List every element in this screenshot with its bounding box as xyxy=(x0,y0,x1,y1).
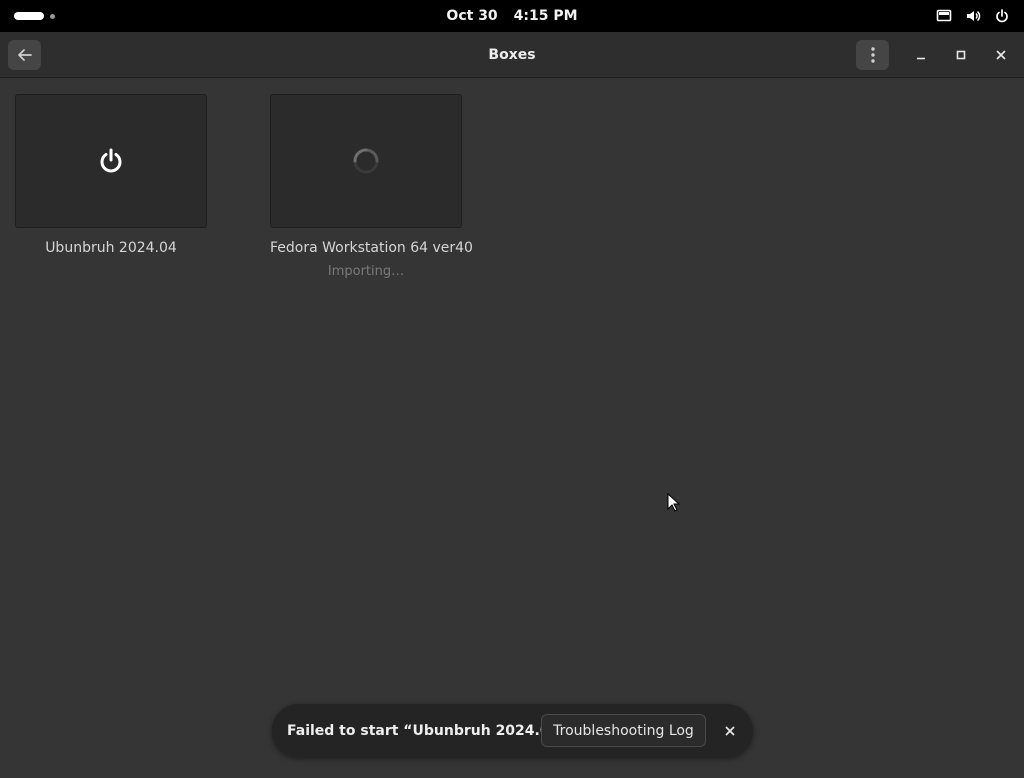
box-name: Ubunbruh 2024.04 xyxy=(45,240,177,256)
workspace-dot-icon xyxy=(50,13,55,19)
back-button[interactable] xyxy=(8,40,41,70)
box-name: Fedora Workstation 64 ver40 xyxy=(270,240,473,256)
back-icon xyxy=(17,49,32,61)
power-icon xyxy=(100,148,122,173)
display-icon[interactable] xyxy=(936,8,952,24)
toast-close-button[interactable] xyxy=(718,719,742,743)
box-thumbnail[interactable] xyxy=(270,94,462,228)
close-icon xyxy=(725,726,735,736)
error-toast: Failed to start “Ubunbruh 2024.04” Troub… xyxy=(272,704,753,757)
toast-message: Failed to start “Ubunbruh 2024.04” xyxy=(287,722,569,739)
minimize-icon xyxy=(917,57,925,60)
box-status: Importing… xyxy=(327,264,405,279)
system-tray[interactable] xyxy=(936,0,1010,32)
header-bar: Boxes xyxy=(0,32,1024,78)
close-window-button[interactable] xyxy=(989,43,1013,67)
troubleshooting-log-button[interactable]: Troubleshooting Log xyxy=(541,714,706,747)
power-icon[interactable] xyxy=(994,8,1010,24)
clock-time[interactable]: 4:15 PM xyxy=(514,8,578,24)
maximize-button[interactable] xyxy=(949,43,973,67)
minimize-button[interactable] xyxy=(909,43,933,67)
top-bar: Oct 30 4:15 PM xyxy=(0,0,1024,32)
close-icon xyxy=(996,50,1006,60)
mouse-cursor-icon xyxy=(667,493,681,512)
box-thumbnail[interactable] xyxy=(15,94,207,228)
boxes-window: Boxes Ubunbruh 2024.04 Fedora Workstatio… xyxy=(0,32,1024,778)
volume-icon[interactable] xyxy=(965,8,981,24)
workspace-active-icon xyxy=(14,12,44,20)
box-tile-fedora[interactable]: Fedora Workstation 64 ver40 Importing… xyxy=(270,94,473,279)
spinner-icon xyxy=(353,148,379,174)
activities-indicator[interactable] xyxy=(14,11,55,21)
clock: Oct 30 4:15 PM xyxy=(0,0,1024,32)
kebab-menu-icon xyxy=(870,47,875,63)
clock-date[interactable]: Oct 30 xyxy=(446,8,497,24)
box-tile-ubunbruh[interactable]: Ubunbruh 2024.04 xyxy=(15,94,207,256)
main-menu-button[interactable] xyxy=(856,40,889,70)
maximize-icon xyxy=(956,50,966,60)
